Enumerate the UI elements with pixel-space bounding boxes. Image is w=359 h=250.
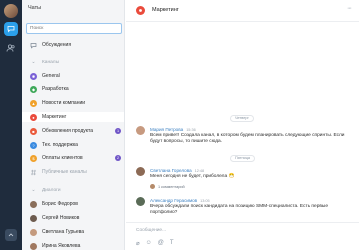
sidebar-item-dialog[interactable]: Борис Федоров	[22, 199, 124, 209]
section-channels[interactable]: ⌄ Каналы	[22, 57, 124, 67]
chevron-down-icon: ⌄	[31, 59, 36, 65]
section-label: Диалоги	[42, 187, 61, 193]
author-name: Светлана Горелова	[150, 168, 192, 173]
collapse-button[interactable]	[5, 229, 17, 241]
channel-marketing-icon: ●	[30, 113, 37, 121]
avatar	[30, 200, 37, 208]
sidebar-item-label: Публичные каналы	[42, 169, 87, 175]
date-separator: Четверг	[230, 115, 254, 122]
sidebar-item-label: Тех. поддержка	[42, 142, 78, 148]
sidebar-item-label: Маркетинг	[42, 114, 67, 120]
sidebar-item-dialog[interactable]: Ирина Яковлева	[22, 241, 124, 250]
sidebar-item-support[interactable]: ? Тех. поддержка	[22, 140, 124, 150]
avatar	[30, 242, 37, 250]
people-icon	[6, 44, 15, 52]
sidebar-item-label: Разработка	[42, 86, 69, 92]
channel-support-icon: ?	[30, 141, 37, 149]
channel-news-icon: ▲	[30, 99, 37, 107]
sidebar-item-dialog[interactable]: Сергей Новиков	[22, 213, 124, 223]
sidebar-item-label: Светлана Гурьева	[42, 229, 84, 235]
sidebar-item-public-channels[interactable]: Публичные каналы	[22, 167, 124, 177]
message-text: Всем привет! Создала канал, в котором бу…	[150, 133, 345, 144]
sidebar-item-label: General	[42, 73, 60, 79]
channel-general-icon: ✱	[30, 72, 37, 80]
message-time: 13:05	[200, 199, 210, 203]
attach-icon[interactable]: ⌀	[136, 240, 140, 247]
sidebar-item-label: Ирина Яковлева	[42, 243, 81, 249]
message-author[interactable]: Мария Петрова 15:36	[150, 127, 196, 132]
chats-nav-button[interactable]	[4, 22, 18, 36]
more-options-icon[interactable]: ···	[347, 5, 352, 12]
unread-badge: 2	[115, 155, 121, 161]
author-name: Мария Петрова	[150, 127, 184, 132]
format-text-icon[interactable]: T	[170, 240, 174, 247]
sidebar-item-label: Обновления продукта	[42, 128, 94, 134]
sidebar-item-dialog[interactable]: Светлана Гурьева	[22, 227, 124, 237]
mention-icon[interactable]: @	[158, 240, 164, 247]
avatar[interactable]	[136, 167, 145, 176]
sidebar-item-company-news[interactable]: ▲ Новости компании	[22, 98, 124, 108]
emoji-icon[interactable]: ☺	[146, 240, 152, 247]
channel-title: Маркетинг	[152, 7, 179, 13]
comments-link[interactable]: 1 комментарий	[150, 184, 185, 189]
unread-badge: 1	[115, 128, 121, 134]
sidebar-item-payments[interactable]: $ Оплаты клиентов 2	[22, 153, 124, 163]
chat-main: Маркетинг ··· Четверг Мария Петрова 15:36…	[126, 0, 359, 250]
channel-payments-icon: $	[30, 154, 37, 162]
channel-updates-icon: ■	[30, 127, 37, 135]
sidebar-item-label: Обсуждения	[42, 42, 72, 48]
arrows-icon	[8, 233, 14, 237]
contacts-nav-button[interactable]	[5, 42, 17, 54]
public-channels-icon	[30, 169, 37, 176]
message-text: Вчера обсуждали поиск кандидата на позиц…	[150, 204, 329, 215]
sidebar-item-marketing[interactable]: ● Маркетинг	[22, 112, 124, 122]
sidebar-item-label: Новости компании	[42, 100, 86, 106]
app-rail	[0, 0, 22, 250]
message-input[interactable]: Сообщение...	[136, 228, 166, 233]
user-avatar[interactable]	[4, 4, 18, 18]
avatar[interactable]	[136, 197, 145, 206]
section-dialogs[interactable]: ⌄ Диалоги	[22, 185, 124, 195]
avatar[interactable]	[136, 126, 145, 135]
avatar	[30, 228, 37, 236]
sidebar-item-discussions[interactable]: Обсуждения	[22, 40, 124, 50]
avatar	[30, 214, 37, 222]
avatar	[150, 184, 155, 189]
sidebar-title: Чаты	[28, 5, 42, 11]
section-label: Каналы	[42, 59, 60, 65]
message-time: 12:48	[194, 169, 205, 173]
message-composer[interactable]: Сообщение... ⌀ ☺ @ T	[126, 222, 359, 250]
sidebar-item-development[interactable]: ◆ Разработка	[22, 84, 124, 94]
sidebar-item-general[interactable]: ✱ General	[22, 71, 124, 81]
discussions-icon	[30, 42, 37, 49]
sidebar-item-label: Оплаты клиентов	[42, 155, 83, 161]
chevron-down-icon: ⌄	[31, 187, 36, 193]
channel-dev-icon: ◆	[30, 85, 37, 93]
sidebar-item-label: Сергей Новиков	[42, 215, 80, 221]
message-time: 15:36	[186, 128, 196, 132]
message-author[interactable]: Александр Герасимов 13:05	[150, 198, 210, 203]
composer-toolbar: ⌀ ☺ @ T	[136, 240, 174, 247]
search-input[interactable]	[26, 23, 122, 34]
author-name: Александр Герасимов	[150, 198, 198, 203]
comments-count: 1 комментарий	[158, 184, 185, 189]
channel-marketing-icon	[136, 6, 145, 15]
chat-sidebar: Чаты Обсуждения ⌄ Каналы ✱ General ◆ Раз…	[22, 0, 125, 250]
sidebar-item-label: Борис Федоров	[42, 201, 78, 207]
chat-header: Маркетинг ···	[126, 0, 359, 22]
sidebar-item-product-updates[interactable]: ■ Обновления продукта 1	[22, 126, 124, 136]
chat-bubble-icon	[7, 26, 15, 33]
message-text: Меня сегодня не будет, приболела 😷	[150, 174, 235, 179]
date-separator: Пятница	[230, 155, 256, 162]
message-author[interactable]: Светлана Горелова 12:48	[150, 168, 204, 173]
